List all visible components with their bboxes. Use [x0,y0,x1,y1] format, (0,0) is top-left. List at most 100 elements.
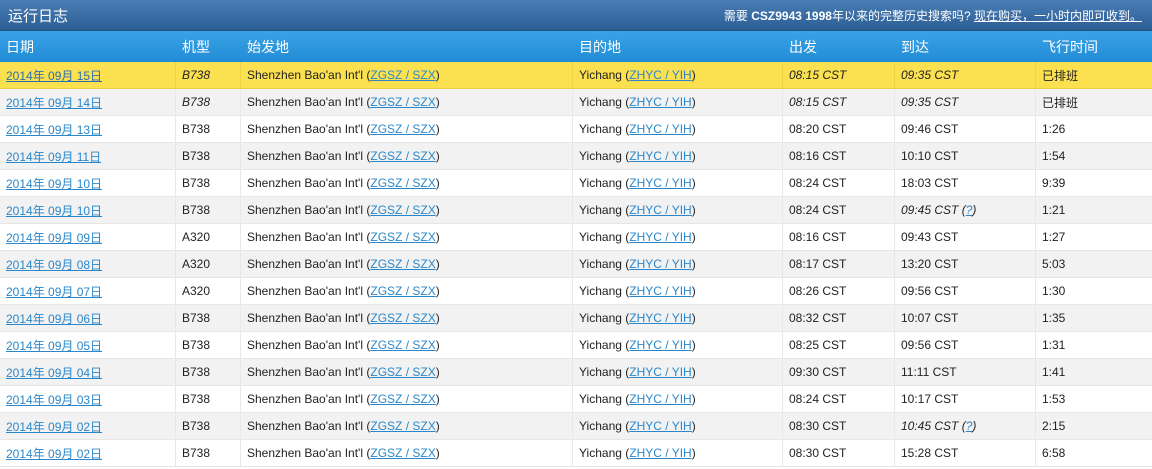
destination-code-link[interactable]: ZHYC / YIH [629,149,691,163]
date-link[interactable]: 2014年 09月 07日 [6,283,102,300]
column-header-arrival[interactable]: 到达 [895,31,1036,62]
date-link[interactable]: 2014年 09月 09日 [6,229,102,246]
cell-aircraft: B738 [176,359,241,385]
cell-aircraft: A320 [176,224,241,250]
cell-date: 2014年 09月 15日 [0,62,176,88]
date-link[interactable]: 2014年 09月 15日 [6,67,102,84]
destination-code-link[interactable]: ZHYC / YIH [629,122,691,136]
destination-code-link[interactable]: ZHYC / YIH [629,176,691,190]
cell-departure: 08:15 CST [783,62,895,88]
destination-name: Yichang [579,365,622,379]
origin-code-link[interactable]: ZGSZ / SZX [370,284,435,298]
origin-code-link[interactable]: ZGSZ / SZX [370,230,435,244]
date-link[interactable]: 2014年 09月 11日 [6,148,101,165]
cell-duration: 1:54 [1042,149,1066,163]
cell-aircraft: B738 [176,413,241,439]
arrival-time: 13:20 CST [901,257,959,271]
cell-arrival: 09:43 CST [895,224,1036,250]
date-link[interactable]: 2014年 09月 10日 [6,175,102,192]
origin-code-link[interactable]: ZGSZ / SZX [370,95,435,109]
destination-name: Yichang [579,149,622,163]
cell-arrival: 10:17 CST [895,386,1036,412]
origin-code-link[interactable]: ZGSZ / SZX [370,419,435,433]
cell-aircraft: B738 [176,89,241,115]
destination-code-link[interactable]: ZHYC / YIH [629,230,691,244]
cell-destination: Yichang (ZHYC / YIH) [573,116,783,142]
promo-flight: CSZ9943 1998 [751,8,832,23]
origin-code-link[interactable]: ZGSZ / SZX [370,122,435,136]
destination-name: Yichang [579,176,622,190]
origin-code-link[interactable]: ZGSZ / SZX [370,149,435,163]
destination-code-link[interactable]: ZHYC / YIH [629,284,691,298]
origin-name: Shenzhen Bao'an Int'l [247,176,364,190]
date-link[interactable]: 2014年 09月 10日 [6,202,102,219]
destination-code-link[interactable]: ZHYC / YIH [629,365,691,379]
cell-arrival: 10:07 CST [895,305,1036,331]
destination-name: Yichang [579,419,622,433]
table-header: 日期 机型 始发地 目的地 出发 到达 飞行时间 [0,31,1152,62]
origin-code-link[interactable]: ZGSZ / SZX [370,257,435,271]
date-link[interactable]: 2014年 09月 14日 [6,94,102,111]
destination-code-link[interactable]: ZHYC / YIH [629,203,691,217]
cell-duration: 1:35 [1042,311,1066,325]
table-row: 2014年 09月 10日 B738 Shenzhen Bao'an Int'l (… [0,197,1152,224]
origin-code-link[interactable]: ZGSZ / SZX [370,338,435,352]
origin-code-link[interactable]: ZGSZ / SZX [370,392,435,406]
cell-departure: 08:20 CST [783,116,895,142]
column-header-duration[interactable]: 飞行时间 [1036,31,1152,62]
destination-code-link[interactable]: ZHYC / YIH [629,95,691,109]
cell-origin: Shenzhen Bao'an Int'l (ZGSZ / SZX) [241,197,573,223]
date-link[interactable]: 2014年 09月 02日 [6,418,102,435]
destination-code-link[interactable]: ZHYC / YIH [629,257,691,271]
arrival-time: 10:17 CST [901,392,959,406]
date-link[interactable]: 2014年 09月 05日 [6,337,102,354]
destination-code-link[interactable]: ZHYC / YIH [629,419,691,433]
cell-date: 2014年 09月 06日 [0,305,176,331]
table-row: 2014年 09月 15日 B738 Shenzhen Bao'an Int'l (… [0,62,1152,89]
destination-code-link[interactable]: ZHYC / YIH [629,338,691,352]
column-header-origin[interactable]: 始发地 [241,31,573,62]
cell-destination: Yichang (ZHYC / YIH) [573,197,783,223]
cell-date: 2014年 09月 04日 [0,359,176,385]
origin-code-link[interactable]: ZGSZ / SZX [370,311,435,325]
column-header-departure[interactable]: 出发 [783,31,895,62]
date-link[interactable]: 2014年 09月 13日 [6,121,102,138]
cell-aircraft: A320 [176,278,241,304]
cell-duration: 1:31 [1042,338,1066,352]
cell-date: 2014年 09月 03日 [0,386,176,412]
destination-code-link[interactable]: ZHYC / YIH [629,392,691,406]
cell-origin: Shenzhen Bao'an Int'l (ZGSZ / SZX) [241,278,573,304]
origin-name: Shenzhen Bao'an Int'l [247,338,364,352]
column-header-destination[interactable]: 目的地 [573,31,783,62]
cell-departure: 08:16 CST [783,143,895,169]
destination-code-link[interactable]: ZHYC / YIH [629,446,691,460]
arrival-time: 11:11 CST [901,365,957,379]
date-link[interactable]: 2014年 09月 03日 [6,391,102,408]
origin-code-link[interactable]: ZGSZ / SZX [370,203,435,217]
column-header-aircraft[interactable]: 机型 [176,31,241,62]
cell-origin: Shenzhen Bao'an Int'l (ZGSZ / SZX) [241,251,573,277]
destination-code-link[interactable]: ZHYC / YIH [629,68,691,82]
origin-name: Shenzhen Bao'an Int'l [247,257,364,271]
origin-code-link[interactable]: ZGSZ / SZX [370,446,435,460]
date-link[interactable]: 2014年 09月 06日 [6,310,102,327]
origin-code-link[interactable]: ZGSZ / SZX [370,176,435,190]
date-link[interactable]: 2014年 09月 08日 [6,256,102,273]
cell-destination: Yichang (ZHYC / YIH) [573,89,783,115]
cell-origin: Shenzhen Bao'an Int'l (ZGSZ / SZX) [241,305,573,331]
cell-destination: Yichang (ZHYC / YIH) [573,332,783,358]
arrival-time: 09:56 CST [901,338,959,352]
buy-now-link[interactable]: 现在购买，一小时内即可收到。 [974,9,1142,23]
column-header-date[interactable]: 日期 [0,31,176,62]
date-link[interactable]: 2014年 09月 02日 [6,445,102,462]
cell-duration: 已排班 [1042,68,1079,83]
origin-code-link[interactable]: ZGSZ / SZX [370,68,435,82]
cell-origin: Shenzhen Bao'an Int'l (ZGSZ / SZX) [241,440,573,466]
cell-aircraft: B738 [176,305,241,331]
origin-name: Shenzhen Bao'an Int'l [247,95,364,109]
destination-code-link[interactable]: ZHYC / YIH [629,311,691,325]
origin-code-link[interactable]: ZGSZ / SZX [370,365,435,379]
destination-name: Yichang [579,311,622,325]
table-row: 2014年 09月 02日 B738 Shenzhen Bao'an Int'l (… [0,440,1152,467]
date-link[interactable]: 2014年 09月 04日 [6,364,102,381]
